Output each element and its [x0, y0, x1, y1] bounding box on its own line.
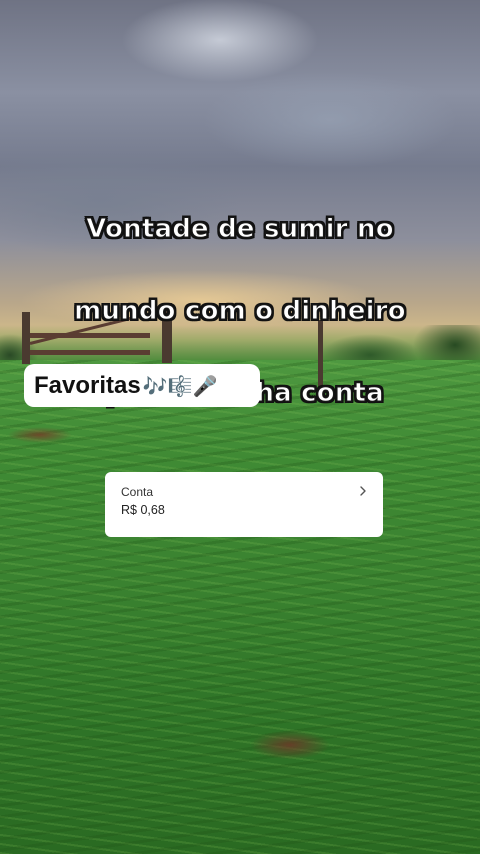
- video-caption: Vontade de sumir no mundo com o dinheiro…: [30, 168, 450, 455]
- caption-line: Vontade de sumir no: [86, 214, 394, 245]
- chevron-right-icon: [360, 486, 366, 496]
- account-card[interactable]: Conta R$ 0,68: [105, 472, 383, 537]
- music-notes-icon: 🎶🎼🎤: [142, 373, 218, 398]
- caption-line: mundo com o dinheiro: [74, 296, 407, 327]
- account-card-title: Conta: [121, 485, 154, 499]
- account-balance: R$ 0,68: [121, 503, 165, 517]
- favorites-label-text: Favoritas: [34, 371, 141, 399]
- video-frame: Vontade de sumir no mundo com o dinheiro…: [0, 0, 480, 854]
- favorites-label[interactable]: Favoritas 🎶🎼🎤: [24, 364, 260, 407]
- fence-post: [22, 312, 30, 364]
